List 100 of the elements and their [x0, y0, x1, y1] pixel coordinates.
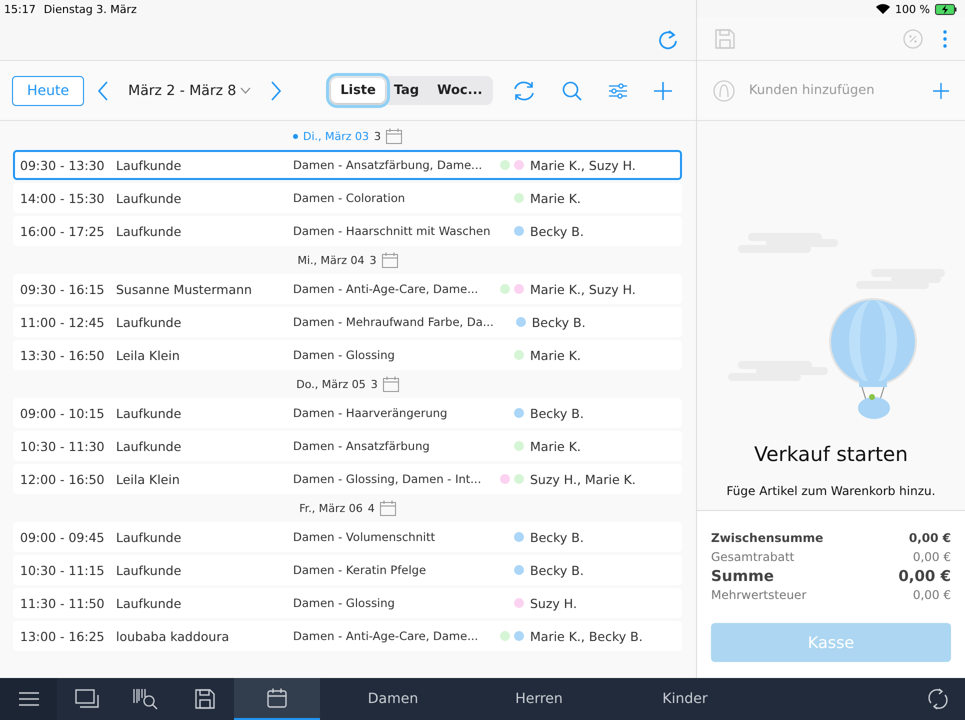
appointment-time: 11:30 - 11:50 [19, 596, 106, 610]
screens-icon [74, 689, 98, 709]
view-tab[interactable]: Liste [331, 78, 385, 103]
appointment-row[interactable]: 16:00 - 17:25 Laufkunde Damen - Haarschnitt mit Waschen Becky B. [13, 216, 682, 246]
calendar-icon [267, 688, 287, 708]
calendar-icon [382, 376, 399, 392]
battery-percent: 100 % [895, 2, 930, 16]
chevron-left-icon[interactable] [98, 80, 108, 100]
staff-names: Becky B. [530, 406, 584, 420]
filter-sliders-icon[interactable] [608, 82, 628, 98]
more-icon[interactable] [943, 30, 947, 48]
appointment-row[interactable]: 11:00 - 12:45 Laufkunde Damen - Mehraufwand Farbe, Da... Becky B. [13, 307, 682, 337]
total-label: Summe [711, 567, 774, 586]
appointment-time: 12:00 - 16:50 [19, 472, 106, 486]
appointment-row[interactable]: 10:30 - 11:30 Laufkunde Damen - Ansatzfärbung Marie K. [13, 431, 682, 461]
battery-charging-icon [935, 4, 957, 14]
service-name: Damen - Haarschnitt mit Waschen [293, 224, 492, 238]
appointment-time: 14:00 - 15:30 [19, 190, 106, 206]
appointment-row[interactable]: 09:30 - 13:30 Laufkunde Damen - Ansatzfärbung, Dame... Marie K., Suzy H. [13, 150, 682, 180]
save-icon[interactable] [715, 29, 735, 49]
appointment-count: 4 [368, 502, 375, 514]
service-name: Damen - Keratin Pfelge [293, 563, 428, 577]
appointment-time: 09:00 - 10:15 [19, 406, 106, 420]
appointment-time: 11:00 - 12:45 [19, 314, 106, 330]
total-label: Zwischensumme [711, 530, 824, 547]
appointment-row[interactable]: 09:00 - 09:45 Laufkunde Damen - Volumenschnitt Becky B. [13, 522, 682, 552]
total-label: Gesamtrabatt [711, 549, 794, 566]
appointment-count: 3 [370, 378, 378, 390]
customer-name: Laufkunde [116, 314, 182, 330]
service-name: Damen - Ansatzfärbung, Dame... [293, 158, 484, 172]
staff-names: Marie K. [530, 438, 581, 454]
service-name: Damen - Volumenschnitt [293, 530, 436, 544]
category-tab[interactable]: Damen [320, 691, 466, 707]
category-tab[interactable]: Kinder [612, 691, 758, 707]
appointment-row[interactable]: 13:00 - 16:25 loubaba kaddoura Damen - Anti-Age-Care, Dame... Marie K., Becky B. [13, 621, 682, 651]
appointment-row[interactable]: 11:30 - 11:50 Laufkunde Damen - Glossing Suzy H. [13, 588, 682, 618]
appointment-row[interactable]: 10:30 - 11:15 Laufkunde Damen - Keratin Pfelge Becky B. [13, 555, 682, 585]
barcode-search-icon [132, 688, 158, 710]
appointment-time: 13:30 - 16:50 [19, 348, 106, 362]
add-icon[interactable] [654, 82, 672, 100]
sync-icon[interactable] [927, 688, 949, 710]
view-tab[interactable]: Tag [384, 78, 428, 103]
appointment-row[interactable]: 12:00 - 16:50 Leila Klein Damen - Glossing, Damen - Int... Suzy H., Marie K. [13, 464, 682, 494]
appointment-count: 3 [370, 254, 377, 266]
appointment-time: 16:00 - 17:25 [19, 224, 106, 238]
service-name: Damen - Ansatzfärbung [293, 439, 431, 453]
total-label: Mehrwertsteuer [711, 587, 806, 604]
staff-names: Marie K. [530, 348, 581, 362]
staff-names: Suzy H. [530, 596, 577, 610]
calendar-icon [380, 500, 396, 516]
empty-hint: Füge Artikel zum Warenkorb hinzu. [726, 484, 936, 498]
service-name: Damen - Anti-Age-Care, Dame... [293, 629, 480, 643]
customer-name: Leila Klein [116, 348, 181, 362]
customer-name: Susanne Mustermann [116, 282, 253, 296]
appointment-time: 09:30 - 13:30 [19, 158, 106, 172]
customer-name: Laufkunde [116, 530, 182, 544]
discount-icon[interactable] [903, 29, 923, 49]
appointment-row[interactable]: 13:30 - 16:50 Leila Klein Damen - Glossing Marie K. [13, 340, 682, 370]
day-header: Di., März 03 [302, 130, 370, 142]
appointment-time: 13:00 - 16:25 [19, 628, 106, 644]
total-value: 0,00 € [912, 549, 951, 566]
customer-field[interactable]: Kunden hinzufügen [747, 82, 921, 99]
service-name: Damen - Glossing, Damen - Int... [293, 472, 482, 486]
date-range-dropdown[interactable]: März 2 - März 8 [122, 82, 258, 98]
appointment-row[interactable]: 14:00 - 15:30 Laufkunde Damen - Coloration Marie K. [13, 183, 682, 213]
staff-names: Becky B. [530, 224, 584, 238]
menu-icon[interactable] [18, 692, 38, 706]
calendar-icon [382, 252, 398, 268]
service-name: Damen - Anti-Age-Care, Dame... [293, 282, 480, 296]
customer-name: loubaba kaddoura [116, 628, 230, 644]
appointment-row[interactable]: 09:00 - 10:15 Laufkunde Damen - Haarverängerung Becky B. [13, 398, 682, 428]
customer-name: Laufkunde [116, 190, 182, 206]
appointment-count: 3 [374, 130, 382, 142]
category-tab[interactable]: Herren [466, 691, 612, 707]
customer-name: Laufkunde [116, 406, 182, 420]
caret-icon [240, 87, 252, 94]
total-value: 0,00 € [898, 567, 951, 586]
chevron-right-icon[interactable] [271, 80, 282, 100]
day-header: Do., März 05 [296, 378, 366, 390]
save-icon [194, 689, 214, 709]
view-tab[interactable]: Woc... [428, 78, 492, 103]
menu-button[interactable] [0, 678, 57, 720]
appointment-time: 10:30 - 11:15 [19, 562, 106, 578]
service-name: Damen - Glossing [293, 348, 396, 362]
customer-name: Laufkunde [116, 562, 182, 578]
appointment-row[interactable]: 09:30 - 16:15 Susanne Mustermann Damen - Anti-Age-Care, Dame... Marie K., Suzy H. [13, 274, 682, 304]
customer-name: Leila Klein [116, 472, 181, 486]
customer-name: Laufkunde [116, 438, 182, 454]
search-icon[interactable] [562, 80, 582, 100]
total-value: 0,00 € [912, 587, 951, 604]
bottom-tab[interactable] [234, 678, 320, 720]
staff-names: Marie K., Suzy H. [530, 282, 636, 296]
staff-names: Becky B. [530, 530, 584, 544]
refresh-icon[interactable] [658, 28, 678, 50]
appointment-time: 09:30 - 16:15 [19, 282, 106, 296]
total-value: 0,00 € [908, 530, 951, 547]
day-header: Mi., März 04 [297, 254, 365, 266]
calendar-icon [386, 128, 402, 144]
add-icon[interactable] [933, 82, 949, 98]
staff-names: Becky B. [530, 562, 584, 578]
